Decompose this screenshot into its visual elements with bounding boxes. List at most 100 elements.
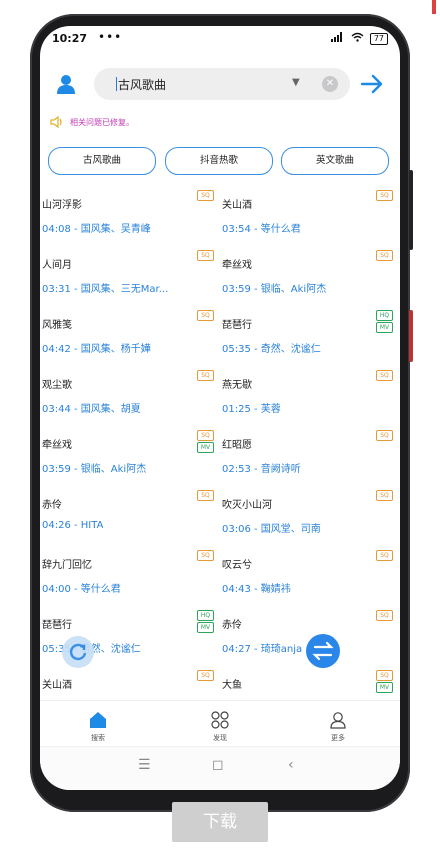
back-icon[interactable]: ‹ (288, 757, 294, 773)
song-item[interactable]: 山河浮影 04:08 - 国风集、吴青峰 SQ (40, 186, 220, 246)
tab-search[interactable]: 搜索 (68, 701, 128, 747)
song-meta: 03:44 - 国风集、胡夏 (42, 404, 141, 415)
song-title: 牵丝戏 (222, 260, 252, 271)
download-button[interactable]: 下载 (172, 802, 268, 842)
quality-badge: SQ (197, 430, 214, 441)
quality-badge: SQ (376, 370, 393, 381)
song-title: 赤伶 (222, 620, 242, 631)
song-item[interactable]: 风雅笺 04:42 - 国风集、杨千嬅 SQ (40, 306, 220, 366)
song-title: 赤伶 (42, 500, 62, 511)
song-item[interactable]: 赤伶 04:26 - HITA SQ (40, 486, 220, 546)
song-title: 关山酒 (42, 680, 72, 691)
quality-badge: SQ (197, 550, 214, 561)
song-title: 风雅笺 (42, 320, 72, 331)
song-title: 琵琶行 (222, 320, 252, 331)
clear-icon[interactable]: ✕ (322, 76, 338, 92)
song-item[interactable]: 辞九门回忆 04:00 - 等什么君 SQ (40, 546, 220, 606)
song-item[interactable]: 琵琶行 05:35 - 奇然、沈谧仁 HQMV (220, 306, 400, 366)
quality-badge: SQ (197, 250, 214, 261)
category-chips: 古风歌曲 抖音热歌 英文歌曲 (48, 147, 396, 175)
tab-label: 更多 (331, 734, 345, 742)
quality-badge: HQ (197, 610, 214, 621)
search-value: 古风歌曲 (118, 78, 167, 92)
song-item[interactable]: 红昭愿 02:53 - 音阙诗听 SQ (220, 426, 400, 486)
quality-badge: SQ (376, 430, 393, 441)
power-button (409, 310, 413, 362)
speaker-icon (50, 113, 64, 132)
quality-badge: SQ (376, 190, 393, 201)
song-meta: 03:31 - 国风集、三无Mar... (42, 284, 169, 295)
song-meta: 03:59 - 银临、Aki阿杰 (42, 464, 147, 475)
tab-label: 搜索 (91, 734, 105, 742)
menu-icon[interactable]: ☰ (138, 757, 151, 773)
quality-badge: SQ (197, 370, 214, 381)
search-go-icon[interactable] (358, 70, 386, 98)
quality-badge: SQ (376, 250, 393, 261)
song-meta: 01:25 - 芙蓉 (222, 404, 281, 415)
song-item[interactable]: 牵丝戏 03:59 - 银临、Aki阿杰 SQ (220, 246, 400, 306)
song-item[interactable]: 观尘歌 03:44 - 国风集、胡夏 SQ (40, 366, 220, 426)
song-item[interactable]: 人间月 03:31 - 国风集、三无Mar... SQ (40, 246, 220, 306)
song-meta: 04:27 - 琦琦anja (222, 644, 303, 655)
song-title: 牵丝戏 (42, 440, 72, 451)
user-icon[interactable] (54, 72, 78, 96)
home-icon (89, 711, 107, 729)
song-item[interactable]: 吹灭小山河 03:06 - 国风堂、司南 SQ (220, 486, 400, 546)
song-title: 叹云兮 (222, 560, 252, 571)
volume-button (409, 170, 413, 250)
song-item[interactable]: 关山酒 03:54 - 等什么君 SQ (220, 186, 400, 246)
search-input[interactable]: 古风歌曲 ▼ ✕ (94, 68, 350, 100)
status-bar: 10:27 ••• 77 (40, 26, 400, 52)
song-title: 大鱼 (222, 680, 242, 691)
home-square-icon[interactable]: ◻ (212, 757, 224, 773)
quality-badge: HQ (376, 310, 393, 321)
chip-english[interactable]: 英文歌曲 (281, 147, 389, 175)
quality-badge: SQ (197, 190, 214, 201)
quality-badge: SQ (376, 670, 393, 681)
song-meta: 04:42 - 国风集、杨千嬅 (42, 344, 151, 355)
song-item[interactable]: 燕无歇 01:25 - 芙蓉 SQ (220, 366, 400, 426)
song-meta: 04:26 - HITA (42, 520, 104, 531)
song-title: 关山酒 (222, 200, 252, 211)
quality-badge: SQ (376, 610, 393, 621)
status-time: 10:27 (52, 32, 88, 45)
quality-badge: SQ (197, 310, 214, 321)
quality-badge: MV (376, 682, 393, 693)
notice-text: 相关问题已修复。 (70, 117, 134, 127)
song-title: 燕无歇 (222, 380, 252, 391)
refresh-button[interactable] (62, 636, 94, 668)
tab-discover[interactable]: 发现 (190, 701, 250, 747)
chip-gufeng[interactable]: 古风歌曲 (48, 147, 156, 175)
song-title: 红昭愿 (222, 440, 252, 451)
quality-badge: MV (376, 322, 393, 333)
song-meta: 04:00 - 等什么君 (42, 584, 121, 595)
song-meta: 03:54 - 等什么君 (222, 224, 301, 235)
song-meta: 03:06 - 国风堂、司南 (222, 524, 321, 535)
quality-badge: MV (197, 622, 214, 633)
song-meta: 04:08 - 国风集、吴青峰 (42, 224, 151, 235)
quality-badge: SQ (376, 490, 393, 501)
system-nav-bar: ☰ ◻ ‹ (40, 746, 400, 790)
search-row: 古风歌曲 ▼ ✕ (40, 66, 400, 102)
song-title: 辞九门回忆 (42, 560, 92, 571)
quality-badge: MV (197, 442, 214, 453)
song-meta: 03:59 - 银临、Aki阿杰 (222, 284, 327, 295)
status-icons: 77 (330, 32, 388, 45)
bottom-tab-bar: 搜索 发现 更多 (40, 700, 400, 747)
tab-more[interactable]: 更多 (308, 701, 368, 747)
dropdown-icon[interactable]: ▼ (292, 77, 300, 88)
grid-icon (211, 711, 229, 729)
song-meta: 02:53 - 音阙诗听 (222, 464, 301, 475)
song-item[interactable]: 牵丝戏 03:59 - 银临、Aki阿杰 SQ MV (40, 426, 220, 486)
quality-badge: SQ (376, 550, 393, 561)
song-title: 观尘歌 (42, 380, 72, 391)
switch-source-button[interactable] (306, 634, 340, 668)
battery-icon: 77 (369, 32, 388, 45)
notice-bar: 相关问题已修复。 (50, 114, 134, 130)
song-item[interactable]: 叹云兮 04:43 - 鞠婧祎 SQ (220, 546, 400, 606)
signal-icon (330, 32, 345, 45)
quality-badge: SQ (197, 490, 214, 501)
chip-douyin[interactable]: 抖音热歌 (165, 147, 273, 175)
status-more: ••• (98, 30, 123, 44)
song-title: 山河浮影 (42, 200, 82, 211)
